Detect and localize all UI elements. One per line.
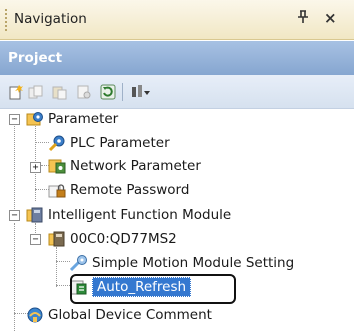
panel-title: Navigation: [14, 11, 87, 27]
tree-node-simple-motion-setting[interactable]: Simple Motion Module Setting: [69, 253, 295, 273]
tree-label: Simple Motion Module Setting: [92, 255, 295, 271]
tree-guide: [14, 123, 15, 215]
copy-icon[interactable]: [28, 84, 44, 100]
pin-icon[interactable]: [297, 10, 309, 28]
tree-label: Intelligent Function Module: [48, 207, 232, 223]
collapse-toggle-parameter[interactable]: −: [9, 114, 20, 125]
project-header-bar: Project: [0, 41, 354, 75]
new-project-icon[interactable]: [8, 84, 24, 100]
network-icon: [48, 157, 66, 175]
highlight-callout: [70, 274, 236, 304]
close-icon[interactable]: ×: [324, 9, 337, 27]
tree-label: PLC Parameter: [70, 135, 170, 151]
toolbar-separator: [122, 83, 123, 101]
filter-icon[interactable]: [130, 84, 150, 100]
tree-node-intelligent-function-module[interactable]: Intelligent Function Module: [26, 205, 231, 225]
expand-toggle-network[interactable]: +: [30, 162, 41, 173]
parameter-icon: [26, 110, 44, 128]
collapse-toggle-module[interactable]: −: [30, 234, 41, 245]
tree-node-parameter[interactable]: Parameter: [26, 109, 118, 129]
tree-label: Parameter: [48, 111, 119, 127]
module-icon: [26, 206, 44, 224]
motion-setting-icon: [69, 254, 88, 272]
paste-icon[interactable]: [52, 84, 68, 100]
tree-guide: [56, 285, 70, 286]
gear-parameter-icon: [48, 134, 66, 152]
properties-icon[interactable]: [76, 84, 92, 100]
password-icon: [48, 181, 66, 199]
navigation-title-bar: Navigation ×: [0, 0, 354, 40]
tree-node-plc-parameter[interactable]: PLC Parameter: [48, 133, 170, 153]
collapse-toggle-intelligent[interactable]: −: [9, 210, 20, 221]
tree-node-00c0-qd77ms2[interactable]: 00C0:QD77MS2: [48, 229, 177, 249]
tree-node-global-device-comment[interactable]: Global Device Comment: [26, 305, 212, 325]
tree-node-network-parameter[interactable]: Network Parameter: [48, 156, 201, 176]
tree-label: 00C0:QD77MS2: [70, 231, 177, 247]
tree-guide: [56, 247, 57, 287]
tree-node-remote-password[interactable]: Remote Password: [48, 180, 189, 200]
tree-guide: [14, 223, 15, 331]
tree-guide: [35, 142, 49, 143]
project-header-title: Project: [8, 50, 63, 66]
device-comment-icon: [26, 306, 44, 324]
module-icon: [48, 230, 66, 248]
tree-label: Global Device Comment: [48, 307, 212, 323]
refresh-icon[interactable]: [100, 84, 116, 100]
grip-icon[interactable]: [5, 9, 7, 31]
project-toolbar: [0, 75, 354, 109]
tree-label: Network Parameter: [70, 158, 201, 174]
tree-guide: [35, 189, 49, 190]
tree-label: Remote Password: [70, 182, 190, 198]
tree-guide: [56, 261, 70, 262]
